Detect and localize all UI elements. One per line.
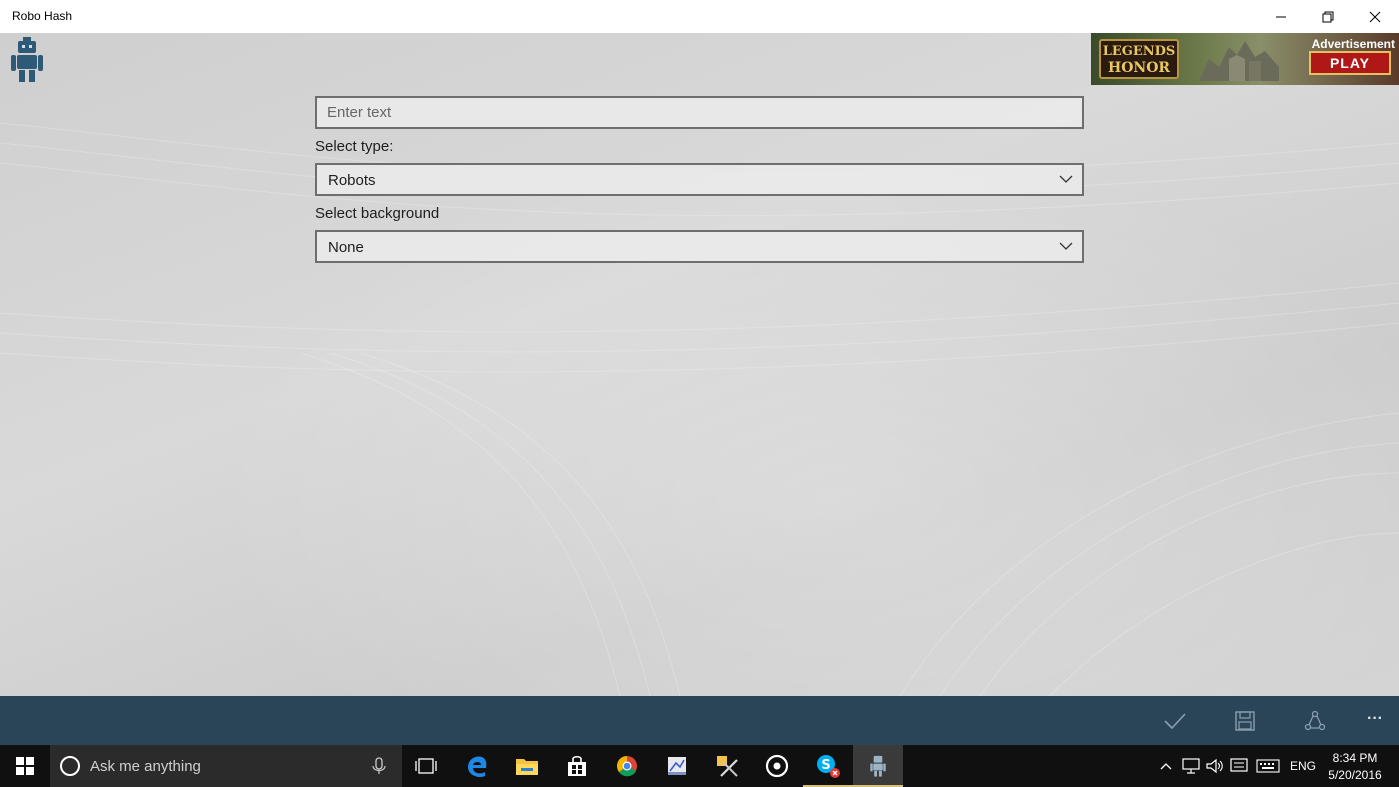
taskbar: Ask me anything S ENG 8:34 PM 5/20/2016 — [0, 745, 1399, 787]
restore-button[interactable] — [1305, 0, 1351, 33]
microphone-icon[interactable] — [372, 757, 386, 775]
taskbar-app[interactable] — [652, 745, 702, 787]
action-center-button[interactable] — [1228, 745, 1250, 787]
cortana-search-box[interactable]: Ask me anything — [50, 745, 402, 787]
start-button[interactable] — [0, 745, 50, 787]
taskbar-groove[interactable] — [752, 745, 802, 787]
task-view-button[interactable] — [401, 745, 451, 787]
volume-button[interactable] — [1204, 745, 1226, 787]
edge-icon — [468, 756, 487, 777]
volume-icon — [1206, 758, 1223, 774]
ad-brand-logo: LEGENDS HONOR — [1099, 39, 1179, 79]
accept-button[interactable] — [1162, 708, 1188, 734]
close-icon — [1369, 11, 1381, 22]
taskbar-file-explorer[interactable] — [502, 745, 552, 787]
background-select-value: None — [328, 239, 364, 256]
ad-label: Advertisement — [1311, 37, 1395, 51]
chevron-down-icon — [1059, 175, 1073, 183]
search-placeholder: Ask me anything — [90, 758, 201, 775]
minimize-icon — [1276, 16, 1286, 17]
restore-icon — [1322, 11, 1334, 22]
network-icon — [1182, 758, 1200, 774]
chrome-icon — [617, 756, 637, 777]
input-language-button[interactable]: ENG — [1286, 745, 1320, 787]
skype-icon: S — [817, 755, 840, 778]
app-command-bar: ··· — [0, 696, 1399, 745]
ad-play-button[interactable]: PLAY — [1309, 51, 1391, 75]
taskbar-edge[interactable] — [452, 745, 502, 787]
app-content: LEGENDS HONOR Advertisement PLAY Select … — [0, 33, 1399, 696]
more-icon: ··· — [1367, 710, 1383, 727]
background-label: Select background — [315, 205, 440, 222]
text-input[interactable] — [315, 96, 1084, 129]
robohash-form: Select type: Robots Select background No… — [315, 96, 1084, 263]
taskbar-skype[interactable]: S — [803, 745, 853, 787]
keyboard-icon — [1256, 759, 1280, 773]
svg-text:S: S — [821, 758, 830, 773]
type-label: Select type: — [315, 138, 394, 155]
advertisement-banner[interactable]: LEGENDS HONOR Advertisement PLAY — [1091, 33, 1399, 85]
task-view-icon — [415, 758, 437, 774]
share-icon — [1304, 710, 1326, 731]
clock-time: 8:34 PM — [1332, 751, 1378, 765]
minimize-button[interactable] — [1258, 0, 1304, 33]
chevron-up-icon — [1160, 763, 1172, 770]
checkmark-icon — [1164, 713, 1186, 730]
background-select[interactable]: None — [315, 230, 1084, 263]
taskbar-clock[interactable]: 8:34 PM 5/20/2016 — [1325, 750, 1385, 784]
file-explorer-icon — [516, 759, 538, 775]
robot-icon — [11, 37, 43, 82]
app-icon — [668, 757, 686, 775]
windows-logo-icon — [16, 757, 34, 775]
taskbar-store[interactable] — [552, 745, 602, 787]
chevron-down-icon — [1059, 242, 1073, 250]
title-bar: Robo Hash — [0, 0, 1399, 33]
show-hidden-icons-button[interactable] — [1156, 745, 1176, 787]
taskbar-robohash[interactable] — [853, 745, 903, 787]
type-select[interactable]: Robots — [315, 163, 1084, 196]
taskbar-chrome[interactable] — [602, 745, 652, 787]
store-icon — [568, 755, 586, 776]
language-indicator: ENG — [1289, 759, 1316, 773]
more-button[interactable]: ··· — [1362, 706, 1388, 732]
castle-image — [1199, 41, 1279, 81]
groove-icon — [765, 754, 789, 778]
touch-keyboard-button[interactable] — [1254, 745, 1282, 787]
notification-icon — [1230, 758, 1248, 772]
cortana-icon — [60, 756, 80, 776]
save-icon — [1235, 711, 1255, 731]
tools-icon — [717, 756, 738, 777]
share-button[interactable] — [1302, 708, 1328, 734]
clock-date: 5/20/2016 — [1328, 768, 1382, 782]
close-button[interactable] — [1352, 0, 1398, 33]
window-title: Robo Hash — [12, 9, 73, 23]
type-select-value: Robots — [328, 172, 376, 189]
robohash-icon — [870, 755, 886, 777]
taskbar-tools[interactable] — [702, 745, 752, 787]
network-button[interactable] — [1180, 745, 1202, 787]
save-button[interactable] — [1232, 708, 1258, 734]
